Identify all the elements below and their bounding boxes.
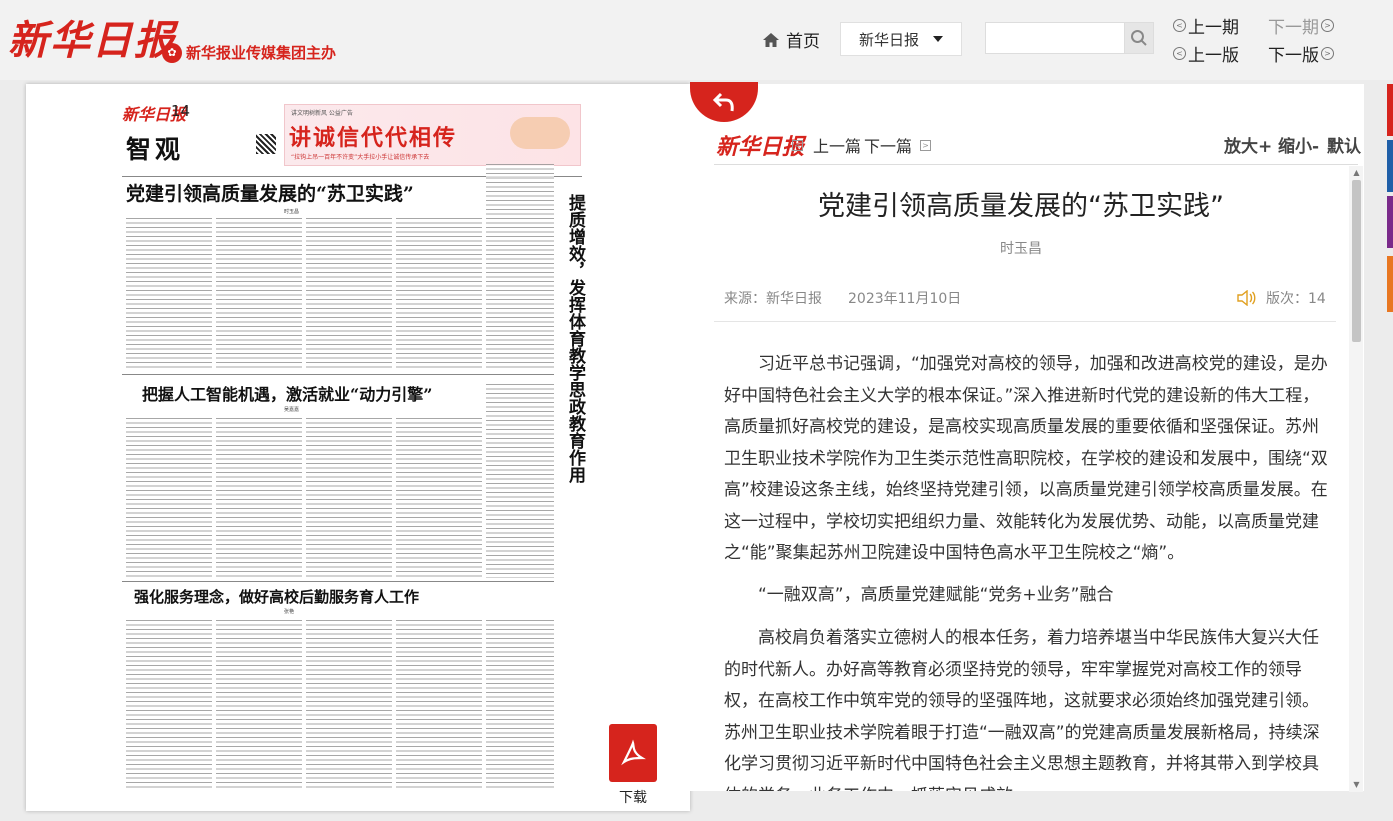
newspaper-page[interactable]: 新华日报 14 智观 讲文明树新风 公益广告 讲诚信代代相传 “拉钩上吊一百年不…: [26, 84, 690, 811]
article-2-column[interactable]: [306, 418, 392, 578]
side-accent-red: [1387, 84, 1393, 136]
page-number: 14: [171, 102, 191, 120]
chevron-right-icon: >: [1321, 19, 1334, 32]
article-meta: 来源：新华日报 2023年11月10日: [724, 288, 961, 308]
article-body: 习近平总书记强调，“加强党对高校的领导，加强和改进高校党的建设，是办好中国特色社…: [724, 349, 1332, 791]
article-date: 2023年11月10日: [848, 291, 962, 307]
next-page-label: 下一版: [1268, 46, 1319, 66]
zoom-in-button[interactable]: 放大+: [1224, 132, 1272, 157]
byline-article-3: 张艳: [284, 609, 295, 615]
pdf-icon: [621, 739, 646, 766]
prev-issue-link[interactable]: < 上一期: [1173, 13, 1239, 38]
article-2-column[interactable]: [216, 418, 302, 578]
site-logo[interactable]: 新华日报: [8, 8, 176, 66]
ad-subtitle: “拉钩上吊一百年不许变”大手拉小手让诚信传承下去: [291, 154, 430, 161]
download-label[interactable]: 下载: [619, 787, 647, 807]
paper-select[interactable]: 新华日报: [840, 22, 962, 56]
side-accent-purple: [1387, 196, 1393, 248]
back-button[interactable]: [690, 82, 758, 122]
divider: [122, 581, 554, 582]
article-1-column[interactable]: [126, 218, 212, 370]
article-3-column[interactable]: [216, 620, 302, 788]
back-arrow-icon: [712, 92, 734, 112]
prev-page-label: 上一版: [1188, 46, 1239, 66]
scroll-down-icon[interactable]: ▼: [1352, 780, 1361, 789]
pdf-download-button[interactable]: [609, 724, 657, 782]
article-3-column[interactable]: [126, 620, 212, 788]
qr-code-icon: [256, 134, 276, 154]
scrollbar-thumb[interactable]: [1352, 180, 1361, 342]
article-2-column[interactable]: [486, 384, 554, 578]
edition-label: 版次：14: [1266, 291, 1326, 307]
next-issue-label: 下一期: [1268, 18, 1319, 38]
article-3-column[interactable]: [396, 620, 482, 788]
prev-article-link[interactable]: < 上一篇: [792, 133, 861, 157]
home-link[interactable]: 首页: [762, 27, 820, 52]
headline-article-3[interactable]: 强化服务理念，做好高校后勤服务育人工作: [134, 586, 419, 607]
article-1-column[interactable]: [396, 218, 482, 370]
side-accent-blue: [1387, 140, 1393, 192]
headline-article-1[interactable]: 党建引领高质量发展的“苏卫实践”: [126, 179, 414, 206]
article-3-column[interactable]: [306, 620, 392, 788]
chevron-right-icon: >: [920, 139, 932, 151]
publisher-text: 新华报业传媒集团主办: [186, 44, 337, 62]
caret-down-icon: [933, 36, 944, 42]
divider: [714, 321, 1336, 322]
chevron-right-icon: >: [1321, 47, 1334, 60]
next-article-link[interactable]: 下一篇 >: [864, 133, 932, 157]
article-panel: 新华日报 < 上一篇 下一篇 > 放大+ 缩小- 默认 党建引领高质量发展的“苏…: [690, 82, 1364, 791]
publisher-label: ✿ 新华报业传媒集团主办: [162, 42, 336, 63]
divider: [122, 374, 554, 375]
article-title: 党建引领高质量发展的“苏卫实践”: [818, 191, 1224, 222]
article-3-column[interactable]: [486, 620, 554, 788]
divider: [714, 164, 1358, 165]
article-author: 时玉昌: [1000, 241, 1042, 257]
article-1-column[interactable]: [486, 164, 554, 370]
zoom-out-button[interactable]: 缩小-: [1278, 132, 1319, 157]
prev-article-label: 上一篇: [813, 137, 862, 156]
pinky-promise-image: [510, 117, 570, 149]
article-logo: 新华日报: [716, 134, 805, 160]
next-issue-link[interactable]: 下一期 >: [1268, 13, 1334, 38]
home-icon: [763, 32, 779, 47]
article-subheading: “一融双高”，高质量党建赋能“党务+业务”融合: [758, 584, 1114, 605]
search-button[interactable]: [1124, 22, 1154, 54]
article-paragraph: 高校肩负着落实立德树人的根本任务，着力培养堪当中华民族伟大复兴大任的时代新人。办…: [724, 628, 1320, 791]
chevron-left-icon: <: [792, 139, 803, 151]
search-input[interactable]: [985, 22, 1125, 54]
article-edition: 版次：14: [1236, 288, 1326, 308]
headline-article-2[interactable]: 把握人工智能机遇，激活就业“动力引擎”: [142, 381, 432, 405]
paper-select-value: 新华日报: [859, 30, 920, 49]
side-accent-orange: [1387, 256, 1393, 312]
prev-issue-label: 上一期: [1188, 18, 1239, 38]
article-2-column[interactable]: [396, 418, 482, 578]
home-label: 首页: [786, 32, 820, 52]
chevron-left-icon: <: [1173, 19, 1186, 32]
top-bar: 新华日报 ✿ 新华报业传媒集团主办 首页 新华日报 < 上一期 下一期 > < …: [0, 0, 1393, 80]
article-1-column[interactable]: [306, 218, 392, 370]
byline-article-2: 吴嘉嘉: [284, 407, 300, 413]
section-title: 智观: [126, 135, 185, 164]
scroll-up-icon[interactable]: ▲: [1352, 168, 1361, 177]
vertical-headline[interactable]: 提质增效，发挥体育教学思政教育作用: [563, 194, 585, 483]
zoom-default-button[interactable]: 默认: [1327, 132, 1361, 157]
search-icon: [1131, 30, 1147, 46]
speaker-icon[interactable]: [1236, 290, 1256, 306]
ad-title: 讲诚信代代相传: [289, 126, 458, 151]
next-article-label: 下一篇: [864, 137, 913, 156]
next-page-link[interactable]: 下一版 >: [1268, 41, 1334, 66]
public-service-ad: 讲文明树新风 公益广告 讲诚信代代相传 “拉钩上吊一百年不许变”大手拉小手让诚信…: [284, 104, 581, 166]
article-paragraph: 习近平总书记强调，“加强党对高校的领导，加强和改进高校党的建设，是办好中国特色社…: [724, 354, 1328, 563]
article-1-column[interactable]: [216, 218, 302, 370]
prev-page-link[interactable]: < 上一版: [1173, 41, 1239, 66]
byline-article-1: 时玉昌: [284, 209, 300, 215]
article-source: 来源：新华日报: [724, 291, 822, 307]
chevron-left-icon: <: [1173, 47, 1186, 60]
ad-caption: 讲文明树新风 公益广告: [291, 110, 353, 117]
article-2-column[interactable]: [126, 418, 212, 578]
publisher-emblem-icon: ✿: [162, 42, 182, 63]
